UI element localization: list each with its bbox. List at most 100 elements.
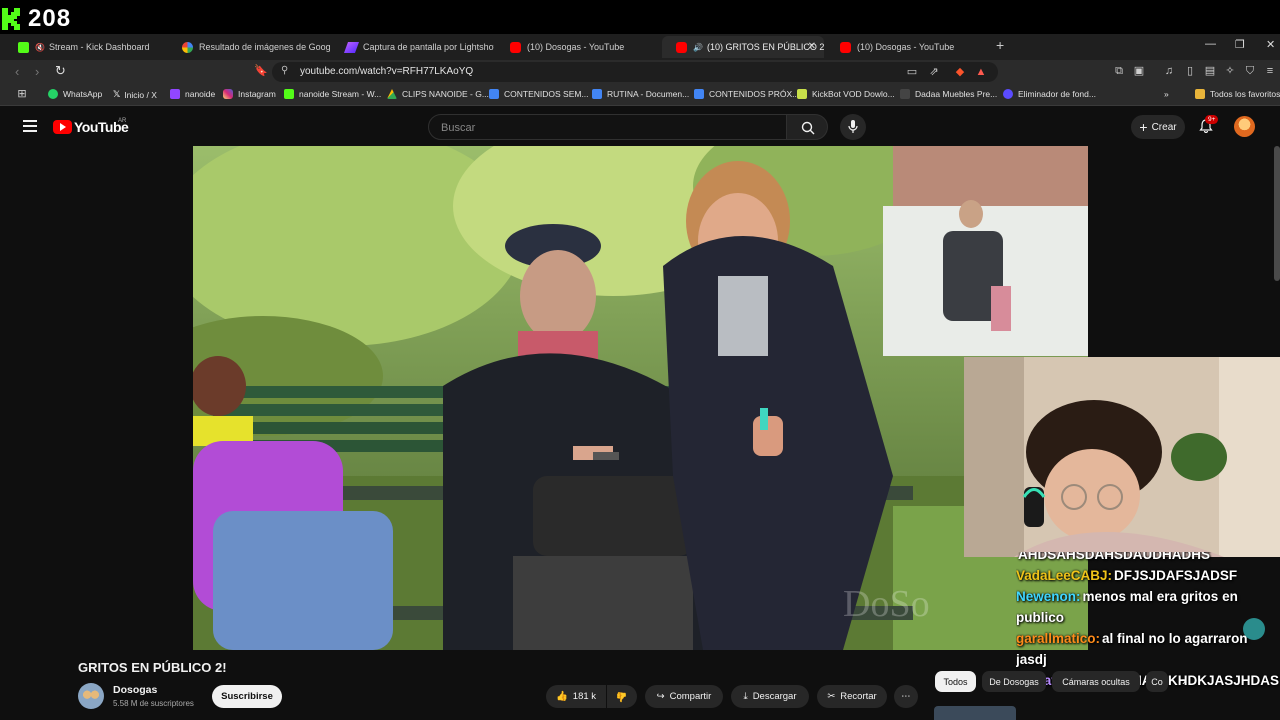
- youtube-logo-icon[interactable]: [53, 120, 72, 134]
- close-window-icon[interactable]: ✕: [1266, 38, 1275, 51]
- wallet-icon[interactable]: ▤: [1204, 65, 1216, 77]
- dislike-button[interactable]: 👍: [607, 685, 637, 708]
- youtube-icon: [510, 41, 521, 53]
- like-count: 181 k: [572, 691, 597, 702]
- bookmarks-bar: ⊞ WhatsApp 𝕏 Inicio / X nanoide Instagram…: [0, 84, 1280, 106]
- tab-dosogas-youtube[interactable]: (10) Dosogas - YouTube: [496, 36, 658, 58]
- maximize-icon[interactable]: ❐: [1235, 38, 1245, 51]
- google-docs-icon: [592, 89, 602, 99]
- share-arrow-icon: ↪: [656, 691, 665, 702]
- svg-text:DoSo: DoSo: [843, 583, 930, 625]
- bookmark-x[interactable]: 𝕏 Inicio / X: [113, 89, 157, 100]
- bookmark-eliminador[interactable]: Eliminador de fond...: [1003, 89, 1096, 99]
- tab-label: Stream - Kick Dashboard: [48, 42, 150, 52]
- download-button[interactable]: ⤓ Descargar: [731, 685, 809, 708]
- channel-name[interactable]: Dosogas: [113, 684, 157, 696]
- muted-audio-icon: 🔇: [35, 42, 45, 52]
- chip-de-dosogas[interactable]: De Dosogas: [982, 671, 1046, 692]
- vpn-icon[interactable]: ⛉: [1244, 65, 1256, 77]
- forward-icon[interactable]: ›: [35, 64, 39, 79]
- bookmark-whatsapp[interactable]: WhatsApp: [48, 89, 102, 99]
- subscribe-button[interactable]: Suscribirse: [212, 685, 282, 708]
- download-icon: ⤓: [743, 691, 748, 702]
- cast-icon[interactable]: ▭: [906, 66, 918, 78]
- more-dots-icon: ⋯: [901, 691, 911, 702]
- new-tab-button[interactable]: +: [996, 37, 1004, 53]
- tab-lightshot[interactable]: Captura de pantalla por Lightshot: [332, 36, 494, 58]
- kick-icon: [18, 41, 29, 53]
- thumbs-up-icon: 👍: [555, 691, 568, 702]
- bookmark-dadaa-muebles[interactable]: Dadaa Muebles Pre...: [900, 89, 997, 99]
- minimize-icon[interactable]: —: [1205, 38, 1216, 50]
- chips-next-icon[interactable]: ›: [1182, 674, 1186, 688]
- chip-camaras-ocultas[interactable]: Cámaras ocultas: [1052, 671, 1140, 692]
- share-button[interactable]: ↪ Compartir: [645, 685, 723, 708]
- voice-search-button[interactable]: [840, 114, 866, 140]
- url-text: youtube.com/watch?v=RFH77LKAoYQ: [300, 66, 474, 77]
- tab-label: (10) GRITOS EN PÚBLICO 2!: [706, 42, 824, 52]
- brave-shield-icon[interactable]: ◆: [954, 66, 966, 78]
- tab-google-images[interactable]: Resultado de imágenes de Google: [168, 36, 330, 58]
- sidebar-icon[interactable]: ▯: [1184, 65, 1196, 77]
- microphone-icon: [848, 120, 858, 133]
- address-bar[interactable]: ⚲ youtube.com/watch?v=RFH77LKAoYQ ▭ ⇗ ◆ …: [272, 62, 998, 82]
- tab-gritos-en-publico[interactable]: 🔊 (10) GRITOS EN PÚBLICO 2! ✕: [662, 36, 824, 58]
- share-icon[interactable]: ⇗: [928, 66, 940, 78]
- create-button[interactable]: + Crear: [1131, 115, 1185, 139]
- bookmark-contenidos-sem[interactable]: CONTENIDOS SEM...: [489, 89, 589, 99]
- all-bookmarks-folder[interactable]: Todos los favoritos: [1195, 89, 1280, 99]
- channel-avatar[interactable]: [78, 683, 104, 709]
- more-actions-button[interactable]: ⋯: [894, 685, 918, 708]
- bookmark-instagram[interactable]: Instagram: [223, 89, 276, 99]
- menu-icon[interactable]: ≡: [1264, 65, 1276, 77]
- viewer-count: 208: [28, 5, 72, 32]
- chip-todos[interactable]: Todos: [935, 671, 976, 692]
- site-info-icon[interactable]: ⚲: [281, 65, 288, 76]
- video-player[interactable]: DoSo: [193, 146, 1088, 650]
- brave-rewards-icon[interactable]: ▲: [975, 66, 987, 78]
- ai-icon[interactable]: ✧: [1224, 65, 1236, 77]
- tab-kick-dashboard[interactable]: 🔇 Stream - Kick Dashboard: [4, 36, 166, 58]
- like-button[interactable]: 👍 181 k: [546, 685, 606, 708]
- bookmark-kickbot[interactable]: KickBot VOD Dowlo...: [797, 89, 895, 99]
- bookmark-nanoide-stream[interactable]: nanoide Stream - W...: [284, 89, 381, 99]
- page-scrollbar[interactable]: [1274, 146, 1280, 281]
- tab-label: Resultado de imágenes de Google: [199, 42, 330, 52]
- audio-playing-icon: 🔊: [693, 42, 703, 52]
- apps-grid-icon[interactable]: ⊞: [16, 88, 28, 100]
- thumbs-down-icon: 👍: [616, 691, 628, 702]
- account-avatar[interactable]: [1234, 116, 1255, 137]
- video-title: GRITOS EN PÚBLICO 2!: [78, 660, 227, 675]
- screenshot-icon[interactable]: ▣: [1133, 65, 1145, 77]
- reload-icon[interactable]: ↻: [55, 63, 66, 79]
- clip-button[interactable]: ✂ Recortar: [817, 685, 887, 708]
- bookmark-nanoide[interactable]: nanoide: [170, 89, 215, 99]
- tab-label: (10) Dosogas - YouTube: [857, 42, 955, 52]
- tab-dosogas-youtube-2[interactable]: (10) Dosogas - YouTube: [826, 36, 988, 58]
- search-placeholder: Buscar: [441, 122, 476, 134]
- close-tab-icon[interactable]: ✕: [808, 41, 816, 52]
- x-logo-icon: 𝕏: [113, 89, 121, 99]
- search-icon: [801, 121, 815, 135]
- bookmark-rutina[interactable]: RUTINA - Documen...: [592, 89, 689, 99]
- bookmark-clips-nanoide[interactable]: CLIPS NANOIDE - G...: [387, 89, 489, 99]
- media-icon[interactable]: ♫: [1163, 65, 1175, 77]
- bookmark-contenidos-prox[interactable]: CONTENIDOS PRÓX...: [694, 89, 799, 99]
- chat-message: VadaLeeCABJ: DFJSJDAFSJADSF: [1016, 568, 1238, 583]
- bookmark-icon[interactable]: 🔖: [254, 65, 268, 77]
- youtube-icon: [676, 41, 687, 53]
- create-label: Crear: [1151, 121, 1177, 133]
- webcam-feed-image: [964, 357, 1280, 557]
- kick-logo-icon: [2, 8, 20, 30]
- folder-icon: [1195, 89, 1205, 99]
- hamburger-menu-icon[interactable]: [23, 120, 37, 132]
- back-icon[interactable]: ‹: [15, 64, 19, 79]
- extensions-icon[interactable]: ⧉: [1113, 65, 1125, 77]
- recommended-video-thumbnail[interactable]: [934, 706, 1016, 720]
- search-button[interactable]: [786, 114, 828, 140]
- chip-more[interactable]: Co: [1146, 671, 1168, 692]
- chat-message: Newenon: menos mal era gritos en publico: [1016, 589, 1238, 625]
- tab-label: (10) Dosogas - YouTube: [527, 42, 625, 52]
- search-input[interactable]: Buscar: [428, 114, 788, 140]
- more-bookmarks-icon[interactable]: »: [1164, 89, 1169, 99]
